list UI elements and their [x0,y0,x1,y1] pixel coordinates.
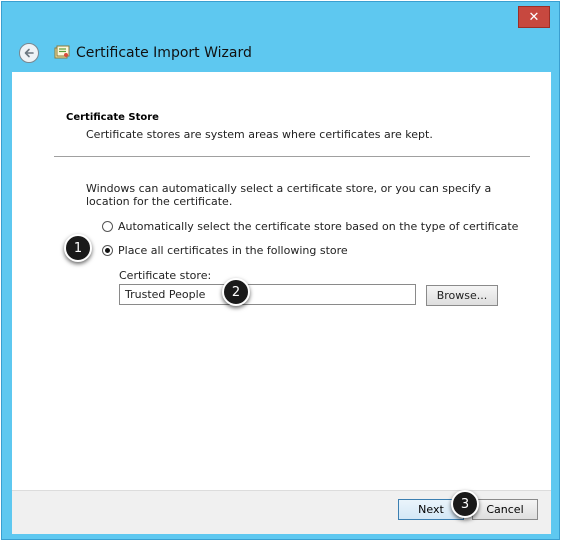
certificate-store-field[interactable]: Trusted People [119,284,416,305]
section-description: Certificate stores are system areas wher… [86,128,433,141]
wizard-content: Certificate Store Certificate stores are… [12,72,551,490]
certificate-store-label: Certificate store: [119,269,212,282]
radio-auto-select-indicator[interactable] [102,221,113,232]
close-icon: ✕ [528,9,540,25]
certificate-wizard-icon [54,45,70,59]
callout-badge-2: 2 [222,278,250,306]
window-title: Certificate Import Wizard [76,45,252,61]
browse-button[interactable]: Browse... [426,285,498,306]
callout-badge-3: 3 [451,490,479,518]
radio-place-in-store-indicator[interactable] [102,245,113,256]
wizard-window: ✕ Certificate Import Wizard Certificate … [1,1,560,540]
section-title: Certificate Store [66,112,159,123]
callout-badge-1: 1 [64,234,92,262]
radio-auto-select[interactable]: Automatically select the certificate sto… [102,220,518,233]
back-button[interactable] [19,43,39,63]
close-button[interactable]: ✕ [518,6,550,28]
cancel-button[interactable]: Cancel [472,499,538,520]
radio-place-in-store-label: Place all certificates in the following … [118,244,348,257]
radio-place-in-store[interactable]: Place all certificates in the following … [102,244,348,257]
back-arrow-icon [24,48,34,58]
divider [54,156,530,157]
radio-auto-select-label: Automatically select the certificate sto… [118,220,519,233]
intro-text: Windows can automatically select a certi… [86,182,492,208]
